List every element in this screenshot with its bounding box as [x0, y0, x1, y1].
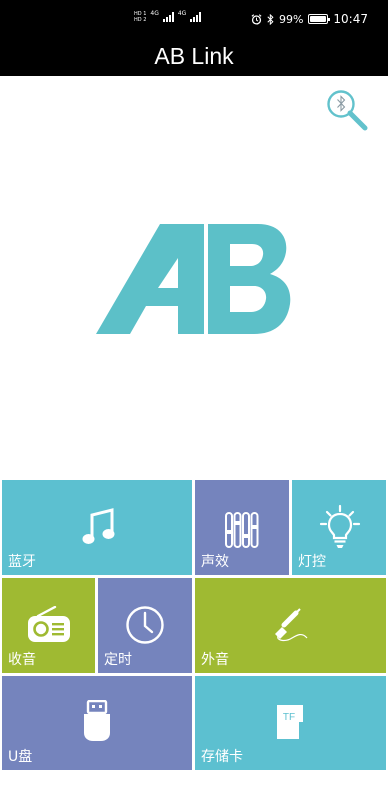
music-note-icon	[82, 508, 115, 544]
equalizer-icon	[225, 512, 259, 548]
ab-logo: AB	[96, 224, 291, 334]
clock: 10:47	[333, 12, 368, 26]
battery-percent: 99%	[278, 12, 304, 26]
light-bulb-icon	[319, 504, 361, 548]
tile-radio-label: 收音	[8, 652, 36, 668]
tile-timer-label: 定时	[104, 652, 132, 668]
tile-bluetooth[interactable]: 蓝牙	[2, 480, 192, 575]
tf-card-icon: TF	[277, 705, 303, 739]
signal-icon-2	[190, 12, 202, 22]
tile-usb-label: U盘	[8, 749, 33, 765]
tile-aux-label: 外音	[201, 652, 229, 668]
tile-sound-effect-label: 声效	[201, 554, 229, 570]
tile-storage-card[interactable]: TF 存储卡	[195, 676, 386, 770]
clock-icon	[126, 606, 164, 644]
battery-icon	[308, 14, 331, 24]
radio-icon	[28, 606, 70, 642]
tf-card-label: TF	[283, 712, 295, 723]
network-type-2: 4G	[177, 10, 187, 17]
audio-jack-icon	[275, 608, 308, 642]
tile-storage-card-label: 存储卡	[201, 749, 243, 765]
tile-timer[interactable]: 定时	[98, 578, 192, 673]
network-type-1: 4G	[150, 10, 159, 17]
tile-radio[interactable]: 收音	[2, 578, 95, 673]
function-grid: 蓝牙 声效 灯控 收音 定时 外音 U盘 TF 存储卡	[0, 478, 388, 770]
usb-drive-icon	[84, 700, 110, 741]
bluetooth-status-icon	[267, 13, 274, 25]
app-title: AB Link	[0, 40, 388, 76]
status-bar: HD 1 HD 2 4G 4G 99% 10:47	[0, 0, 388, 40]
bluetooth-search-icon[interactable]	[324, 87, 370, 133]
sim-labels: HD 1 HD 2	[134, 11, 146, 23]
status-right: 99% 10:47	[251, 12, 368, 26]
signal-area: HD 1 HD 2 4G 4G	[134, 10, 202, 23]
tile-bluetooth-label: 蓝牙	[8, 554, 36, 570]
tile-usb[interactable]: U盘	[2, 676, 192, 770]
tile-sound-effect[interactable]: 声效	[195, 480, 289, 575]
alarm-icon	[251, 13, 262, 25]
signal-icon-1	[162, 12, 174, 22]
sim2-label: HD 2	[134, 17, 147, 23]
tile-light-control-label: 灯控	[298, 554, 326, 570]
tile-aux[interactable]: 外音	[195, 578, 386, 673]
tile-light-control[interactable]: 灯控	[292, 480, 386, 575]
